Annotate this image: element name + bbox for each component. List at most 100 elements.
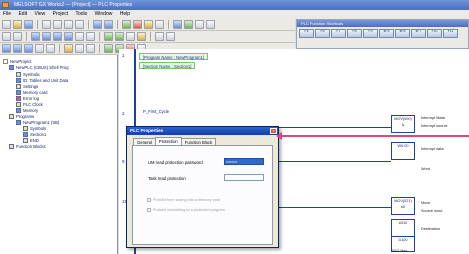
standard-toolbar — [0, 19, 295, 31]
fkey-button[interactable]: F11 — [443, 29, 458, 38]
fkey-button[interactable]: F10 — [427, 29, 442, 38]
run-icon[interactable] — [184, 20, 193, 29]
online-edit-icon[interactable] — [104, 44, 113, 53]
operand-note: Source word — [421, 209, 443, 213]
contact-nc-icon[interactable] — [42, 32, 51, 41]
save-icon[interactable] — [24, 20, 33, 29]
open-folder-icon[interactable] — [13, 20, 22, 29]
prohibit-overwrite-checkbox[interactable]: Prohibit overwriting to a protected prog… — [147, 208, 225, 212]
watch-window-icon[interactable] — [24, 44, 33, 53]
fkey-button[interactable]: sF5 — [379, 29, 394, 38]
protection-panel: UM read protection password •••••••• Tas… — [132, 145, 273, 245]
operand-note: 0001 Hex — [391, 249, 408, 253]
clock-icon[interactable] — [75, 44, 84, 53]
cut-icon[interactable] — [53, 20, 62, 29]
fkey-button[interactable]: sF7 — [411, 29, 426, 38]
checkbox-icon[interactable] — [147, 198, 151, 202]
section-icon — [23, 131, 28, 137]
bookmark-icon[interactable] — [137, 32, 146, 41]
hline-icon[interactable] — [75, 32, 84, 41]
expand-icon[interactable] — [3, 58, 8, 64]
project-window-icon[interactable] — [2, 44, 11, 53]
prohibit-memory-card-checkbox[interactable]: Prohibit from saving into a memory card — [147, 198, 220, 202]
vline-icon[interactable] — [86, 32, 95, 41]
redo-icon[interactable] — [104, 20, 113, 29]
operand-note: Destination — [421, 227, 440, 231]
copy-icon[interactable] — [64, 20, 73, 29]
tree-item[interactable]: Function Blocks — [9, 143, 46, 149]
tree-item[interactable]: NewPLC (CBUS) Shell Prog — [9, 64, 69, 70]
memory-icon[interactable] — [64, 44, 73, 53]
window-titlebar: MELSOFT GX Works2 — [Project] — PLC Prop… — [0, 0, 469, 10]
zoom-icon[interactable] — [13, 32, 22, 41]
dialog-tabs: General Protection Function Block — [133, 137, 217, 145]
find-icon[interactable] — [195, 20, 204, 29]
tab-general[interactable]: General — [133, 138, 156, 145]
instruction-icon[interactable] — [64, 32, 73, 41]
menu-edit[interactable]: Edit — [18, 11, 27, 17]
fkey-button[interactable]: F5 — [299, 29, 314, 38]
instruction-block[interactable]: MOV(000) & — [391, 115, 415, 133]
window-title: MELSOFT GX Works2 — [Project] — PLC Prop… — [14, 2, 133, 8]
io-table-icon[interactable] — [46, 44, 55, 53]
menu-project[interactable]: Project — [53, 11, 69, 17]
menu-help[interactable]: Help — [120, 11, 130, 17]
menu-bar: File Edit View Project Tools Window Help — [0, 10, 469, 19]
rung-number: 1 — [122, 53, 125, 58]
cross-ref-icon[interactable] — [35, 44, 44, 53]
project-tree: NewProject NewPLC (CBUS) Shell Prog Symb… — [0, 55, 118, 254]
instruction-block[interactable]: #310 — [391, 219, 415, 237]
comment-icon[interactable] — [126, 32, 135, 41]
online-icon[interactable] — [122, 20, 131, 29]
instruction-block[interactable]: MOV(021) #0 — [391, 197, 415, 215]
fkey-button[interactable]: sF6 — [395, 29, 410, 38]
compile-icon[interactable] — [155, 20, 164, 29]
task-read-field[interactable] — [224, 174, 264, 181]
fkey-button[interactable]: F7 — [331, 29, 346, 38]
fkey-button[interactable]: F9 — [363, 29, 378, 38]
section-name-comment: [Section Name : Section1] — [139, 62, 196, 69]
symbols-icon — [23, 125, 28, 131]
output-window-icon[interactable] — [13, 44, 22, 53]
memory-card-icon — [16, 89, 21, 95]
tab-function-block[interactable]: Function Block — [180, 138, 217, 145]
operand-note: Interrupt source — [421, 124, 448, 128]
menu-file[interactable]: File — [3, 11, 11, 17]
rung-down-icon[interactable] — [115, 32, 124, 41]
function-key-toolbar: PLC Function Shortcuts F5 F6 F7 F8 F9 sF… — [296, 19, 469, 49]
fkey-button[interactable]: F8 — [347, 29, 362, 38]
menu-window[interactable]: Window — [95, 11, 113, 17]
ladder-toolbar — [0, 31, 295, 43]
checkbox-icon[interactable] — [147, 208, 151, 212]
rung-up-icon[interactable] — [104, 32, 113, 41]
io-table-icon — [16, 77, 21, 83]
print-icon[interactable] — [42, 20, 51, 29]
operand-note: Word — [421, 167, 431, 171]
menu-tools[interactable]: Tools — [75, 11, 87, 17]
um-password-field[interactable]: •••••••• — [224, 158, 264, 165]
operand-note: Interrupt Mask — [421, 116, 446, 120]
app-icon — [2, 2, 9, 8]
contact-no-icon[interactable] — [31, 32, 40, 41]
instruction-block[interactable]: W0.00 — [391, 142, 415, 160]
annotation-arrow-icon — [276, 132, 282, 140]
coil-icon[interactable] — [53, 32, 62, 41]
programs-folder-icon — [9, 113, 14, 119]
address-icon[interactable] — [155, 32, 164, 41]
select-icon[interactable] — [2, 32, 11, 41]
first-cycle-contact[interactable]: P_First_Cycle — [143, 109, 169, 114]
symbol-icon[interactable] — [166, 32, 175, 41]
stop-icon[interactable] — [133, 20, 142, 29]
menu-view[interactable]: View — [34, 11, 45, 17]
new-file-icon[interactable] — [2, 20, 11, 29]
end-icon — [23, 137, 28, 143]
error-log-icon[interactable] — [86, 44, 95, 53]
help-icon[interactable] — [206, 20, 215, 29]
monitor-icon[interactable] — [144, 20, 153, 29]
tab-protection[interactable]: Protection — [154, 137, 182, 145]
fkey-button[interactable]: F6 — [315, 29, 330, 38]
undo-icon[interactable] — [93, 20, 102, 29]
transfer-icon[interactable] — [173, 20, 182, 29]
rung-number: 9 — [122, 159, 125, 164]
paste-icon[interactable] — [75, 20, 84, 29]
